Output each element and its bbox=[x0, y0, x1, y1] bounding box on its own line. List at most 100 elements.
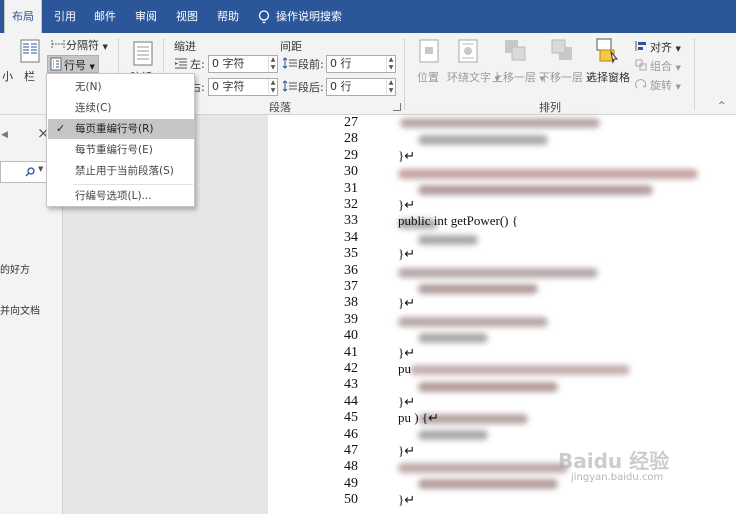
spacing-before-input[interactable]: 0 行 ▲ ▼ bbox=[326, 55, 396, 73]
size-button-label[interactable]: 小 bbox=[2, 68, 13, 84]
breaks-button[interactable]: 分隔符 ▼ bbox=[66, 37, 108, 53]
nav-search-input[interactable]: ▼ bbox=[0, 161, 47, 183]
line-number: 44 bbox=[344, 393, 358, 409]
group-icon bbox=[635, 59, 647, 71]
menu-item-continuous[interactable]: 连续(C) bbox=[48, 98, 194, 118]
columns-button-label[interactable]: 栏 bbox=[24, 68, 35, 84]
tab-review[interactable]: 审阅 bbox=[129, 0, 163, 33]
align-icon[interactable] bbox=[635, 40, 647, 52]
tab-layout[interactable]: 布局 bbox=[4, 0, 42, 33]
tell-me-search[interactable]: 操作说明搜索 bbox=[276, 0, 348, 33]
pane-menu-arrow-icon[interactable]: ◀ bbox=[1, 130, 8, 140]
menu-item-restart-each-section[interactable]: 每节重编行号(E) bbox=[48, 140, 194, 160]
blurred-code bbox=[398, 169, 698, 179]
code-text: }↵ bbox=[398, 492, 416, 508]
columns-icon[interactable] bbox=[20, 39, 40, 63]
breaks-icon[interactable] bbox=[51, 38, 65, 50]
blurred-code bbox=[410, 365, 630, 375]
line-number: 41 bbox=[344, 344, 358, 360]
spacing-before-label: 段前: bbox=[298, 58, 324, 71]
spacing-header: 间距 bbox=[280, 40, 302, 53]
chevron-down-icon[interactable]: ▼ bbox=[38, 165, 43, 173]
paragraph-dialog-launcher[interactable] bbox=[393, 103, 401, 111]
bring-forward-icon bbox=[505, 40, 526, 61]
line-number: 31 bbox=[344, 180, 358, 196]
align-button[interactable]: 对齐 ▼ bbox=[650, 39, 681, 55]
spacing-after-input[interactable]: 0 行 ▲ ▼ bbox=[326, 78, 396, 96]
code-text: }↵ bbox=[398, 246, 416, 262]
spacing-after-label: 段后: bbox=[298, 81, 324, 94]
paragraph-group-label: 段落 bbox=[269, 101, 291, 114]
blurred-code bbox=[418, 284, 538, 294]
indent-right-input[interactable]: 0 字符 ▲ ▼ bbox=[208, 78, 278, 96]
code-text: public int getPower() { bbox=[398, 213, 518, 229]
indent-left-icon bbox=[175, 58, 187, 69]
menu-item-suppress-paragraph[interactable]: 禁止用于当前段落(S) bbox=[48, 161, 194, 181]
menu-item-none[interactable]: 无(N) bbox=[48, 77, 194, 97]
menu-item-line-numbering-options[interactable]: 行编号选项(L)... bbox=[48, 186, 194, 206]
line-number: 27 bbox=[344, 115, 358, 130]
manuscript-icon[interactable] bbox=[133, 41, 155, 67]
line-number: 33 bbox=[344, 213, 358, 229]
line-number: 29 bbox=[344, 147, 358, 163]
baidu-watermark-url: jingyan.baidu.com bbox=[571, 472, 664, 483]
send-backward-icon bbox=[551, 39, 572, 60]
code-text: }↵ bbox=[398, 393, 416, 409]
code-text: }↵ bbox=[398, 147, 416, 163]
menu-check: ✓ bbox=[56, 122, 66, 135]
code-text: }↵ bbox=[398, 344, 416, 360]
blurred-code bbox=[418, 479, 558, 489]
group-divider bbox=[694, 38, 695, 110]
bring-forward-button: 上移一层 ▼ bbox=[492, 71, 545, 84]
group-button: 组合 ▼ bbox=[650, 60, 681, 73]
indent-header: 缩进 bbox=[174, 40, 196, 53]
group-divider bbox=[404, 38, 405, 110]
line-numbers-label: 行号 ▼ bbox=[64, 59, 95, 72]
tab-help[interactable]: 帮助 bbox=[211, 0, 245, 33]
rotate-icon bbox=[635, 79, 647, 89]
lightbulb-icon bbox=[258, 10, 270, 24]
line-numbers-icon bbox=[50, 57, 62, 71]
baidu-watermark: Baidu 经验 bbox=[558, 449, 670, 473]
blurred-code bbox=[398, 463, 568, 473]
code-text: }↵ bbox=[398, 197, 416, 212]
spacing-after-icon bbox=[283, 80, 297, 92]
line-number: 32 bbox=[344, 197, 358, 212]
menu-divider bbox=[73, 184, 193, 185]
indent-left-input[interactable]: 0 字符 ▲ ▼ bbox=[208, 55, 278, 73]
line-number: 50 bbox=[344, 492, 358, 508]
nav-pane-text: 并向文档 bbox=[0, 306, 40, 317]
blurred-code bbox=[398, 268, 598, 278]
selection-pane-button[interactable]: 选择窗格 bbox=[586, 69, 630, 85]
line-number: 43 bbox=[344, 377, 358, 393]
line-number: 40 bbox=[344, 328, 358, 344]
line-number: 36 bbox=[344, 262, 358, 278]
line-number: 45 bbox=[344, 410, 358, 426]
nav-pane-text: 的好方 bbox=[0, 265, 30, 276]
blurred-code bbox=[418, 333, 488, 343]
line-number: 37 bbox=[344, 279, 358, 294]
tab-references[interactable]: 引用 bbox=[48, 0, 82, 33]
spacing-before-icon bbox=[283, 57, 297, 69]
tab-view[interactable]: 视图 bbox=[170, 0, 204, 33]
line-number: 39 bbox=[344, 311, 358, 327]
code-text: }↵ bbox=[398, 295, 416, 311]
document-page[interactable]: 27 28 29 30 31 32 33 34 35 36 37 38 39 40 41 42 43 44 45 46… bbox=[268, 115, 736, 514]
line-numbers-dropdown: 无(N) 连续(C) ✓ 每页重编行号(R) 每节重编行号(E) 禁止用于当前段落… bbox=[46, 73, 195, 207]
collapse-ribbon-icon[interactable]: ^ bbox=[718, 101, 726, 111]
menu-item-restart-each-page[interactable]: ✓ 每页重编行号(R) bbox=[48, 119, 194, 139]
selection-pane-icon[interactable] bbox=[596, 38, 620, 64]
line-number: 30 bbox=[344, 164, 358, 180]
blurred-code bbox=[418, 135, 548, 145]
send-backward-button: 下移一层 ▼ bbox=[539, 71, 592, 84]
line-number: 46 bbox=[344, 426, 358, 442]
line-number: 42 bbox=[344, 361, 358, 376]
line-number: 48 bbox=[344, 459, 358, 475]
blurred-code bbox=[398, 317, 548, 327]
line-number: 49 bbox=[344, 475, 358, 491]
tab-mailings[interactable]: 邮件 bbox=[88, 0, 122, 33]
ribbon-tab-bar: 布局 引用 邮件 审阅 视图 帮助 操作说明搜索 bbox=[0, 0, 736, 33]
blurred-code bbox=[418, 185, 653, 195]
code-text: }↵ bbox=[398, 443, 416, 458]
line-number: 28 bbox=[344, 131, 358, 147]
